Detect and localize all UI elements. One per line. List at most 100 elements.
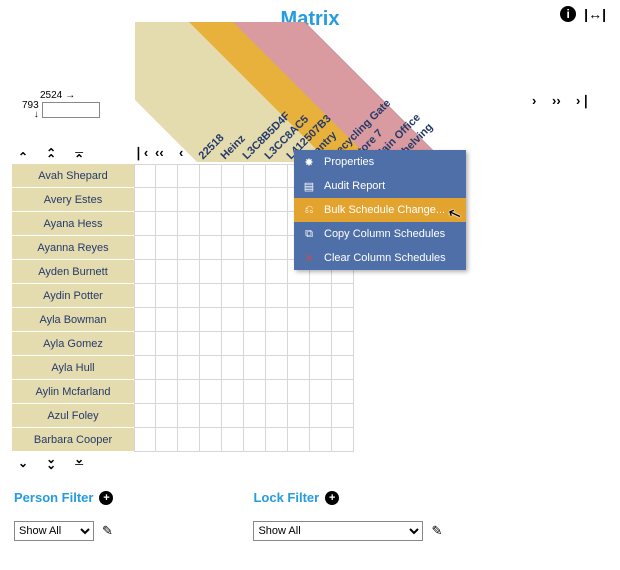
fit-width-icon[interactable]: |↔| [584,6,606,22]
col-next-icon[interactable]: ›› [552,93,561,108]
grid-cell[interactable] [310,356,332,380]
row-header[interactable]: Aydin Potter [12,284,134,308]
grid-cell[interactable] [266,428,288,452]
grid-cell[interactable] [200,308,222,332]
grid-cell[interactable] [178,428,200,452]
grid-cell[interactable] [134,308,156,332]
grid-cell[interactable] [200,404,222,428]
grid-cell[interactable] [266,188,288,212]
grid-cell[interactable] [178,404,200,428]
grid-cell[interactable] [310,380,332,404]
grid-cell[interactable] [134,236,156,260]
grid-cell[interactable] [156,260,178,284]
col-prev-icon[interactable]: ‹‹ [155,145,164,160]
grid-cell[interactable] [134,380,156,404]
grid-cell[interactable] [244,332,266,356]
grid-cell[interactable] [156,212,178,236]
person-filter-select[interactable]: Show All [14,521,94,541]
grid-cell[interactable] [244,356,266,380]
row-header[interactable]: Barbara Cooper [12,428,134,452]
grid-cell[interactable] [266,284,288,308]
context-menu-item[interactable]: ▤Audit Report [294,174,466,198]
grid-cell[interactable] [266,308,288,332]
grid-cell[interactable] [178,236,200,260]
grid-cell[interactable] [266,212,288,236]
grid-cell[interactable] [200,188,222,212]
grid-cell[interactable] [134,188,156,212]
grid-cell[interactable] [134,284,156,308]
grid-cell[interactable] [178,188,200,212]
context-menu-item[interactable]: ⧉Copy Column Schedules [294,222,466,246]
grid-cell[interactable] [156,332,178,356]
grid-cell[interactable] [244,164,266,188]
grid-cell[interactable] [200,284,222,308]
col-right-icon[interactable]: › [532,93,536,108]
grid-cell[interactable] [288,380,310,404]
grid-cell[interactable] [310,332,332,356]
grid-cell[interactable] [244,428,266,452]
grid-cell[interactable] [222,260,244,284]
grid-cell[interactable] [222,188,244,212]
grid-cell[interactable] [156,236,178,260]
grid-cell[interactable] [310,308,332,332]
row-header[interactable]: Ayla Hull [12,356,134,380]
col-last-icon[interactable]: ›❘ [576,93,591,109]
row-header[interactable]: Ayanna Reyes [12,236,134,260]
grid-cell[interactable] [222,164,244,188]
grid-cell[interactable] [266,236,288,260]
grid-cell[interactable] [244,236,266,260]
grid-cell[interactable] [332,356,354,380]
info-icon[interactable]: i [560,6,576,22]
grid-cell[interactable] [310,428,332,452]
grid-cell[interactable] [134,356,156,380]
grid-cell[interactable] [156,380,178,404]
grid-cell[interactable] [310,404,332,428]
grid-cell[interactable] [200,236,222,260]
row-page-down-icon[interactable]: ⌄⌄ [46,456,56,470]
grid-cell[interactable] [156,356,178,380]
row-header[interactable]: Ayana Hess [12,212,134,236]
row-page-up-icon[interactable]: ⌃⌃ [46,150,56,164]
grid-cell[interactable] [222,332,244,356]
grid-cell[interactable] [222,308,244,332]
grid-cell[interactable] [200,260,222,284]
grid-cell[interactable] [134,212,156,236]
grid-cell[interactable] [332,380,354,404]
grid-cell[interactable] [244,188,266,212]
grid-cell[interactable] [178,356,200,380]
grid-cell[interactable] [332,308,354,332]
col-first-icon[interactable]: ❘‹ [133,145,148,161]
grid-cell[interactable] [222,380,244,404]
grid-cell[interactable] [288,428,310,452]
grid-cell[interactable] [200,332,222,356]
jump-input[interactable] [42,102,100,118]
context-menu-item[interactable]: ⎌Bulk Schedule Change... [294,198,466,222]
lock-filter-select[interactable]: Show All [253,521,423,541]
row-first-icon[interactable]: —⌃ [74,150,84,164]
grid-cell[interactable] [222,428,244,452]
grid-cell[interactable] [156,404,178,428]
col-left-icon[interactable]: ‹ [179,145,183,160]
edit-lock-filter-icon[interactable]: ✎ [431,523,442,539]
context-menu-item[interactable]: ✕Clear Column Schedules [294,246,466,270]
grid-cell[interactable] [156,308,178,332]
grid-cell[interactable] [332,404,354,428]
grid-cell[interactable] [178,260,200,284]
grid-cell[interactable] [244,260,266,284]
grid-cell[interactable] [288,404,310,428]
add-lock-filter-icon[interactable]: + [325,491,339,505]
grid-cell[interactable] [310,284,332,308]
row-header[interactable]: Avery Estes [12,188,134,212]
grid-cell[interactable] [156,284,178,308]
grid-cell[interactable] [288,308,310,332]
row-down-icon[interactable]: ⌄ [18,456,28,470]
grid-cell[interactable] [266,380,288,404]
grid-cell[interactable] [222,212,244,236]
grid-cell[interactable] [288,284,310,308]
row-up-icon[interactable]: ⌃ [18,150,28,164]
grid-cell[interactable] [222,356,244,380]
row-header[interactable]: Ayla Bowman [12,308,134,332]
grid-cell[interactable] [288,332,310,356]
grid-cell[interactable] [332,428,354,452]
grid-cell[interactable] [200,212,222,236]
